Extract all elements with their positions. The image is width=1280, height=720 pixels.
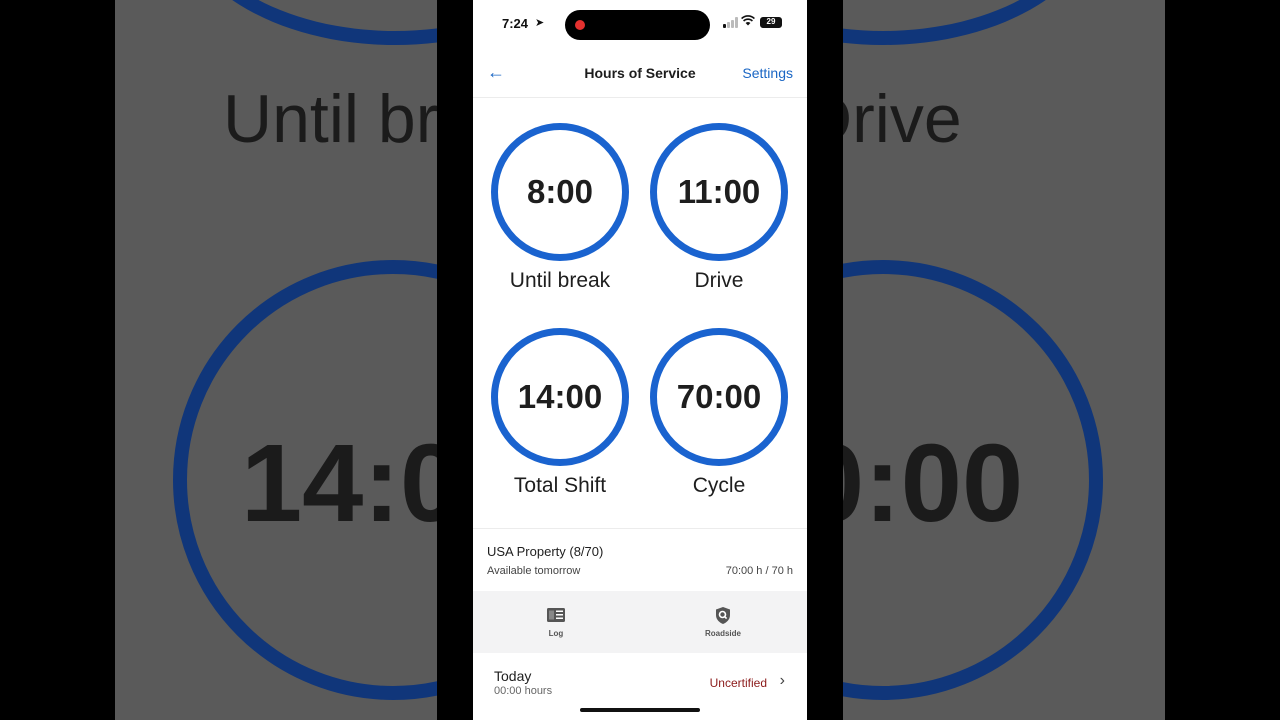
today-label: Today (494, 668, 532, 684)
background-text-mid-right: 0:00 (843, 422, 1024, 545)
background-ring-top-right (843, 0, 1103, 45)
tab-log[interactable]: Log (516, 605, 596, 638)
log-icon (516, 605, 596, 625)
gauge-ring: 70:00 (650, 328, 788, 466)
cycle-hours: 70:00 h / 70 h (725, 565, 793, 577)
background-blur-left: Until br 14:0 (115, 0, 437, 720)
home-indicator[interactable] (580, 708, 700, 712)
tab-bar: Log Roadside (473, 591, 807, 653)
cycle-availability: Available tomorrow (487, 565, 581, 577)
background-text-top-left: Until br (223, 81, 437, 157)
location-arrow-icon: ➤ (535, 17, 545, 29)
gauge-drive[interactable]: 11:00 Drive (649, 123, 789, 293)
gauge-total-shift[interactable]: 14:00 Total Shift (490, 328, 630, 498)
gauge-value: 8:00 (526, 173, 594, 210)
gauge-ring: 14:00 (491, 328, 629, 466)
recording-indicator-icon (575, 20, 585, 30)
roadside-shield-icon (683, 605, 763, 625)
gauge-label: Cycle (692, 474, 746, 497)
gauge-label: Total Shift (513, 474, 607, 497)
background-blur-right: Drive 0:00 (843, 0, 1165, 720)
wifi-icon (741, 15, 755, 29)
background-text-mid-left: 14:0 (241, 422, 437, 545)
phone-screen: 7:24 ➤ 29 ← Hours of Service Settings 8:… (473, 0, 807, 720)
chevron-right-icon: › (779, 672, 785, 689)
status-bar: 7:24 ➤ 29 (473, 0, 807, 50)
tab-label: Log (548, 629, 564, 638)
gauge-value: 70:00 (676, 378, 762, 415)
today-hours: 00:00 hours (494, 685, 553, 697)
dynamic-island (565, 10, 710, 40)
background-text-top-right: Drive (843, 81, 962, 157)
gauge-label: Until break (509, 269, 611, 292)
certification-status: Uncertified (709, 676, 767, 690)
cycle-rule-summary[interactable]: USA Property (8/70) Available tomorrow 7… (473, 528, 807, 591)
cycle-rule-name: USA Property (8/70) (487, 544, 604, 559)
gauge-value: 11:00 (677, 173, 761, 210)
nav-header: ← Hours of Service Settings (473, 50, 807, 98)
gauge-label: Drive (694, 269, 744, 292)
background-ring-top-left (175, 0, 437, 45)
battery-icon: 29 (760, 17, 782, 28)
gauge-ring: 11:00 (650, 123, 788, 261)
tab-label: Roadside (704, 629, 741, 638)
cellular-signal-icon (723, 17, 738, 28)
tab-roadside[interactable]: Roadside (683, 605, 763, 638)
status-time: 7:24 (502, 16, 529, 31)
gauge-ring: 8:00 (491, 123, 629, 261)
gauge-cycle[interactable]: 70:00 Cycle (649, 328, 789, 498)
settings-button[interactable]: Settings (742, 65, 793, 81)
gauge-until-break[interactable]: 8:00 Until break (490, 123, 630, 293)
gauge-value: 14:00 (517, 378, 603, 415)
